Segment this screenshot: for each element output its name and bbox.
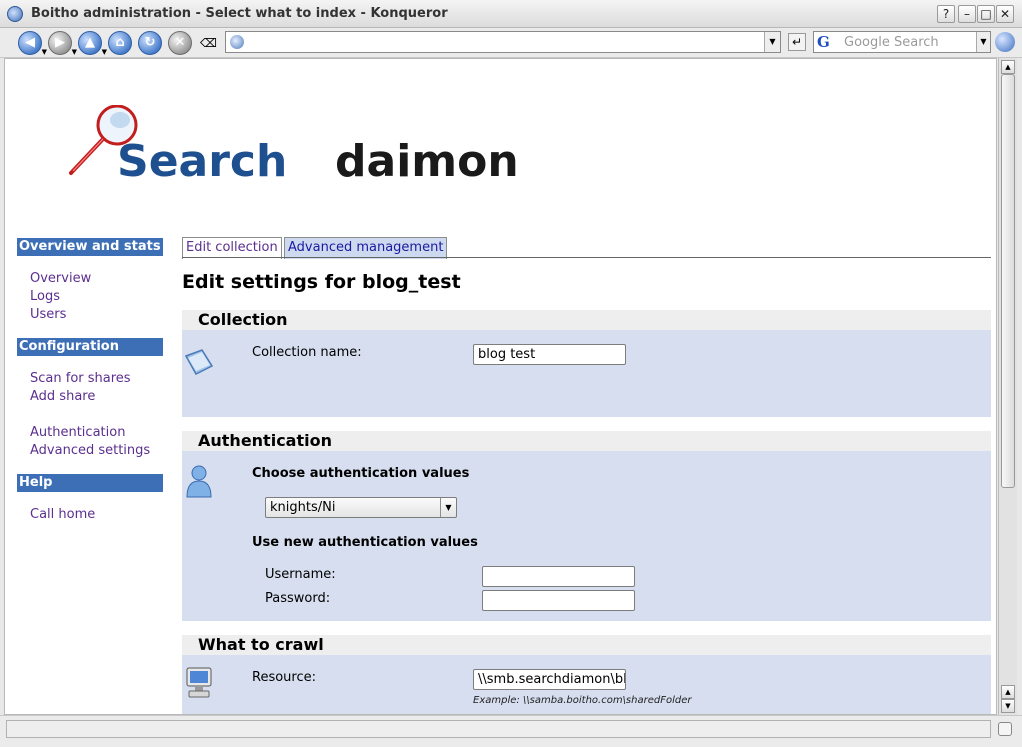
page-title: Edit settings for blog_test [182,271,461,293]
sidebar-link-overview[interactable]: Overview [30,271,91,287]
username-label: Username: [265,567,336,582]
help-button[interactable]: ? [937,5,955,23]
window-title: Boitho administration - Select what to i… [31,6,448,21]
sidebar-link-logs[interactable]: Logs [30,289,60,305]
sidebar-header-overview: Overview and stats [17,238,163,256]
google-icon[interactable]: G [817,34,833,50]
tab-advanced-management[interactable]: Advanced management [284,237,448,259]
minimize-button[interactable]: – [958,5,976,23]
forward-arrow-icon: ▶ [55,35,65,50]
password-label: Password: [265,591,331,606]
sidebar-header-configuration: Configuration [17,338,163,356]
status-text-field [6,720,991,738]
choose-auth-label: Choose authentication values [252,466,470,481]
tab-edit-collection[interactable]: Edit collection [182,237,282,259]
section-authentication: Choose authentication values knights/Ni … [182,451,991,621]
home-icon: ⌂ [115,35,125,50]
collection-name-label: Collection name: [252,345,362,360]
logo-text-search: Search [117,136,287,185]
back-arrow-icon: ◀ [25,35,35,50]
scroll-up-arrow-icon[interactable]: ▲ [1001,60,1015,74]
collection-tag-icon [184,349,214,375]
section-what-to-crawl: Resource: \\smb.searchdiamon\blog Exampl… [182,655,991,714]
back-button[interactable]: ◀ ▼ [18,31,47,56]
collection-name-input[interactable]: blog test [473,344,626,365]
section-heading-authentication: Authentication [182,431,991,451]
location-bar[interactable]: ▼ [225,31,781,53]
resource-example: Example: \\samba.boitho.com\sharedFolder [473,695,692,706]
vertical-scrollbar[interactable]: ▲ ▲ ▼ [998,58,1017,715]
chevron-down-icon: ▼ [440,498,456,517]
scroll-down-arrow-icon[interactable]: ▼ [1001,699,1015,713]
section-heading-what-to-crawl: What to crawl [182,635,991,655]
sidebar-link-call-home[interactable]: Call home [30,507,95,523]
tab-underline [182,257,991,258]
scroll-up-arrow-icon[interactable]: ▲ [1001,685,1015,699]
window-titlebar: Boitho administration - Select what to i… [0,0,1022,28]
stop-icon: ✕ [174,35,186,50]
security-lock-icon[interactable] [998,722,1012,736]
sidebar-link-users[interactable]: Users [30,307,66,323]
dropdown-arrow-icon: ▼ [41,48,47,56]
section-heading-collection: Collection [182,310,991,330]
sidebar-link-advanced-settings[interactable]: Advanced settings [30,443,150,459]
computer-icon [186,667,212,698]
sidebar-link-add-share[interactable]: Add share [30,389,95,405]
forward-button[interactable]: ▶ ▼ [48,31,77,56]
maximize-button[interactable]: □ [977,5,995,23]
scrollbar-thumb[interactable] [1001,74,1015,488]
up-arrow-icon: ▲ [85,35,95,50]
page-viewport: Search daimon Overview and stats Overvie… [4,58,997,715]
section-collection: Collection name: blog test [182,330,991,417]
page-icon [230,35,244,49]
search-placeholder: Google Search [844,35,939,50]
close-button[interactable]: ✕ [996,5,1014,23]
resource-input[interactable]: \\smb.searchdiamon\blog [473,669,626,690]
searchdaimon-logo: Search daimon [69,105,519,185]
sidebar-header-help: Help [17,474,163,492]
password-input[interactable] [482,590,635,611]
sidebar-link-authentication[interactable]: Authentication [30,425,125,441]
logo-text-daimon: daimon [335,136,519,185]
home-button[interactable]: ⌂ [108,31,132,55]
konqueror-icon [7,6,23,22]
dropdown-arrow-icon: ▼ [101,48,107,56]
clear-location-button[interactable]: ⌫ [200,36,217,50]
reload-icon: ↻ [144,35,156,50]
reload-button[interactable]: ↻ [138,31,162,55]
dropdown-arrow-icon: ▼ [71,48,77,56]
location-history-dropdown[interactable]: ▼ [764,32,780,52]
auth-values-select[interactable]: knights/Ni ▼ [265,497,457,518]
sidebar-link-scan-for-shares[interactable]: Scan for shares [30,371,131,387]
kde-throbber-icon [995,32,1015,52]
new-auth-label: Use new authentication values [252,535,478,550]
username-input[interactable] [482,566,635,587]
auth-selected-value: knights/Ni [270,500,336,515]
web-search-field[interactable]: G Google Search ▼ [813,31,991,53]
go-button[interactable]: ↵ [788,33,806,51]
resource-label: Resource: [252,670,316,685]
stop-button[interactable]: ✕ [168,31,192,55]
search-history-dropdown[interactable]: ▼ [976,32,990,52]
status-bar [0,715,1022,747]
user-icon [186,465,212,498]
up-button[interactable]: ▲ ▼ [78,31,107,56]
